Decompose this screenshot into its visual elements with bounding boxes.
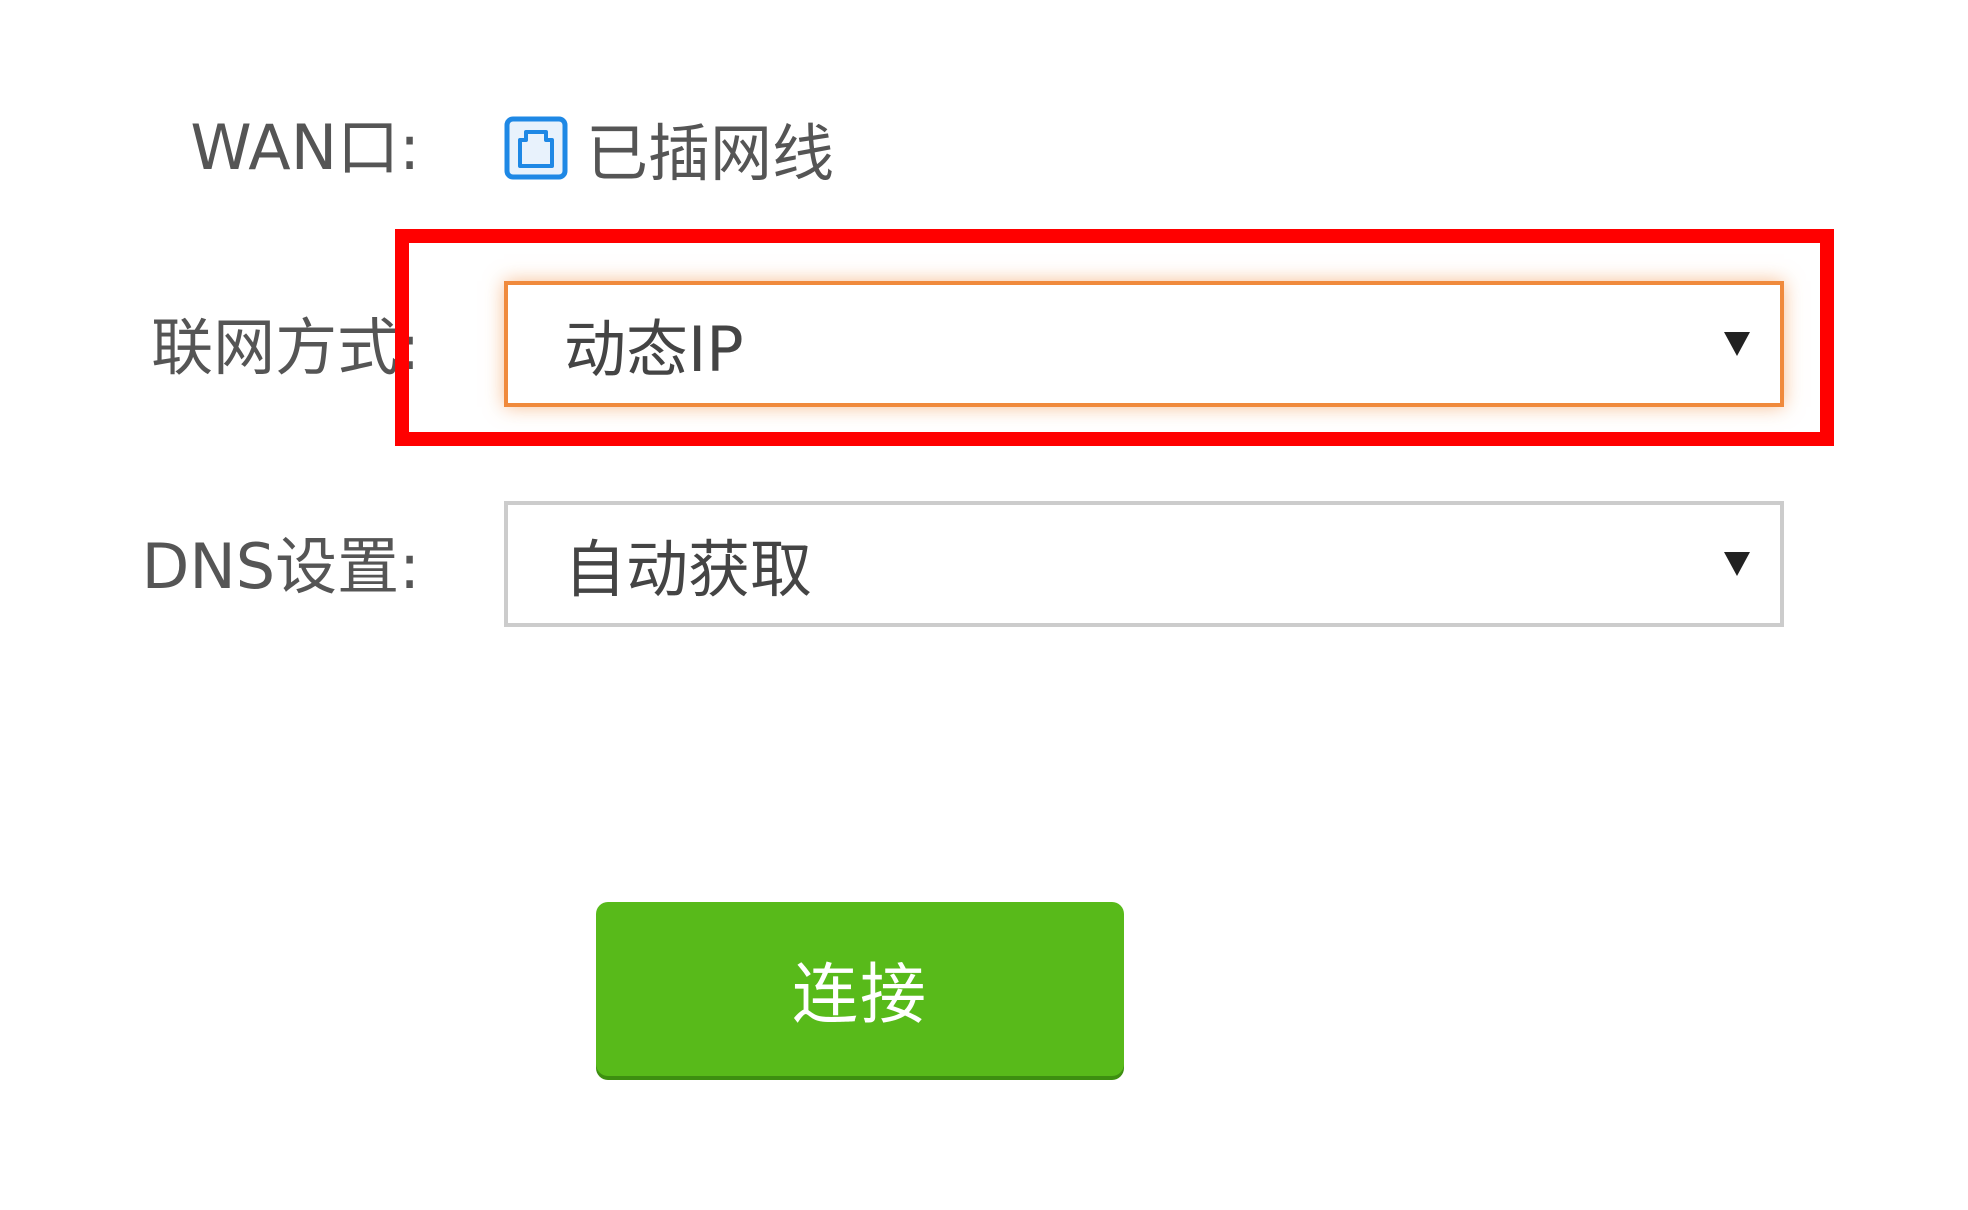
connection-type-value: 动态IP <box>564 313 744 386</box>
dns-label: DNS设置: <box>141 530 420 603</box>
connection-type-select[interactable]: 动态IP <box>504 281 1784 407</box>
wan-status: 已插网线 <box>504 108 834 190</box>
ethernet-port-icon <box>504 116 568 180</box>
dns-value: 自动获取 <box>564 533 813 606</box>
wan-label: WAN口: <box>190 111 420 184</box>
connect-button[interactable]: 连接 <box>596 902 1124 1076</box>
dropdown-caret-icon <box>1724 332 1750 356</box>
dropdown-caret-icon <box>1724 552 1750 576</box>
wan-status-text: 已插网线 <box>586 117 835 190</box>
dns-select[interactable]: 自动获取 <box>504 501 1784 627</box>
connection-type-label: 联网方式: <box>151 311 420 384</box>
